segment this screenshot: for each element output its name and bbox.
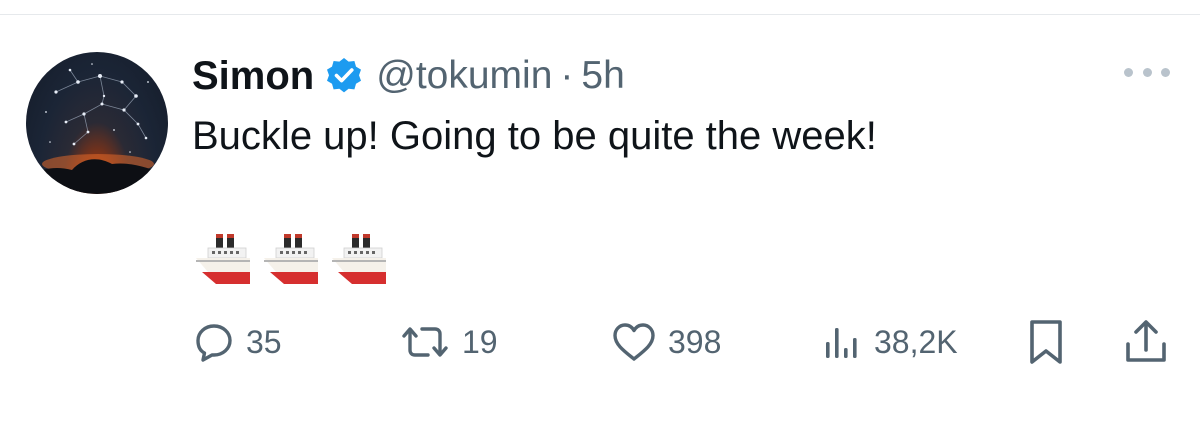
bookmark-icon xyxy=(1030,320,1062,364)
verified-badge-icon[interactable] xyxy=(324,56,364,96)
tweet-action-bar: 35 19 398 38,2K xyxy=(0,312,1200,372)
more-dot xyxy=(1161,67,1170,77)
bookmark-button[interactable] xyxy=(1024,312,1068,372)
emoji-row xyxy=(194,228,388,290)
tweet-timestamp[interactable]: 5h xyxy=(581,54,624,98)
retweet-count: 19 xyxy=(462,323,498,360)
share-icon xyxy=(1126,320,1166,362)
like-count: 398 xyxy=(668,323,722,360)
ship-icon xyxy=(332,234,386,284)
more-dot xyxy=(1142,67,1152,77)
like-button[interactable]: 398 xyxy=(610,312,721,372)
share-button[interactable] xyxy=(1122,312,1170,372)
header-separator: · xyxy=(560,54,574,97)
retweet-icon xyxy=(402,327,448,357)
more-dot xyxy=(1124,67,1133,77)
more-options-icon[interactable] xyxy=(1124,60,1170,84)
top-divider xyxy=(0,14,1200,15)
reply-button[interactable]: 35 xyxy=(192,312,282,372)
display-name[interactable]: Simon xyxy=(192,54,314,99)
tweet-header: Simon @tokumin · 5h xyxy=(192,48,625,104)
tweet-text: Buckle up! Going to be quite the week! xyxy=(192,114,877,158)
retweet-button[interactable]: 19 xyxy=(398,312,498,372)
views-bar-chart-icon xyxy=(826,328,857,358)
heart-icon xyxy=(613,323,655,361)
views-count: 38,2K xyxy=(874,323,958,360)
reply-count: 35 xyxy=(246,323,282,360)
night-sky-avatar-icon xyxy=(26,63,168,194)
ship-icon xyxy=(196,234,250,284)
views-button[interactable]: 38,2K xyxy=(820,312,958,372)
avatar[interactable] xyxy=(26,52,168,194)
user-handle[interactable]: @tokumin xyxy=(376,54,552,98)
reply-icon xyxy=(196,324,232,362)
ship-icon xyxy=(264,234,318,284)
